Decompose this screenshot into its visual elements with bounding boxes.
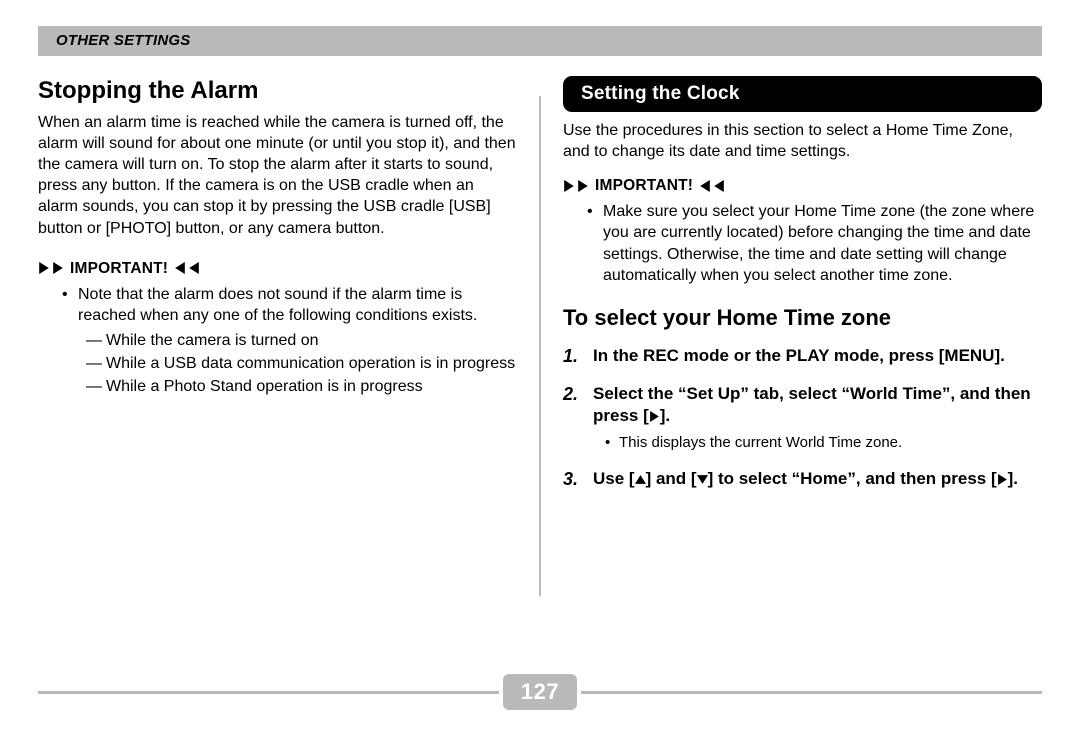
list-item: This displays the current World Time zon… <box>605 434 1042 453</box>
list-item: While a Photo Stand operation is in prog… <box>86 376 517 397</box>
note-intro: Note that the alarm does not sound if th… <box>78 286 477 324</box>
list-item: Make sure you select your Home Time zone… <box>603 201 1042 285</box>
rew-icon-group <box>699 180 725 192</box>
play-left-icon <box>188 262 200 274</box>
arrow-down-icon <box>697 474 708 485</box>
left-note-list: Note that the alarm does not sound if th… <box>38 284 517 398</box>
play-right-icon <box>52 262 64 274</box>
step-text: Select the “Set Up” tab, select “World T… <box>593 383 1042 427</box>
step-text-d: ]. <box>1008 469 1018 488</box>
step-text: In the REC mode or the PLAY mode, press … <box>593 345 1042 367</box>
play-right-icon <box>577 180 589 192</box>
step-sub-list: This displays the current World Time zon… <box>593 434 1042 453</box>
step-text-a: Use [ <box>593 469 635 488</box>
fwd-icon-group <box>563 180 589 192</box>
steps-list: In the REC mode or the PLAY mode, press … <box>563 345 1042 490</box>
play-left-icon <box>174 262 186 274</box>
important-row-left: IMPORTANT! <box>38 259 517 278</box>
list-item: Note that the alarm does not sound if th… <box>78 284 517 398</box>
important-label: IMPORTANT! <box>70 259 168 278</box>
list-item: While a USB data communication operation… <box>86 353 517 374</box>
conditions-list: While the camera is turned on While a US… <box>78 330 517 397</box>
step-item: Select the “Set Up” tab, select “World T… <box>563 383 1042 452</box>
important-row-right: IMPORTANT! <box>563 176 1042 195</box>
header-bar: OTHER SETTINGS <box>38 26 1042 56</box>
left-heading: Stopping the Alarm <box>38 76 517 106</box>
arrow-right-icon <box>997 474 1008 485</box>
step-text-b: ] and [ <box>646 469 697 488</box>
step-item: Use [ ] and [ ] to select “Home”, and then… <box>563 468 1042 490</box>
list-item: While the camera is turned on <box>86 330 517 351</box>
section-label: OTHER SETTINGS <box>56 32 190 51</box>
footer-rule-right <box>581 691 1042 694</box>
left-paragraph: When an alarm time is reached while the … <box>38 112 517 239</box>
step-text-c: ] to select “Home”, and then press [ <box>708 469 997 488</box>
step-text-b: ]. <box>660 406 670 425</box>
play-right-icon <box>38 262 50 274</box>
content-columns: Stopping the Alarm When an alarm time is… <box>38 76 1042 596</box>
left-column: Stopping the Alarm When an alarm time is… <box>38 76 517 596</box>
page-number: 127 <box>503 674 577 710</box>
right-intro: Use the procedures in this section to se… <box>563 120 1042 162</box>
right-column: Setting the Clock Use the procedures in … <box>563 76 1042 596</box>
footer-rule-left <box>38 691 499 694</box>
footer: 127 <box>38 674 1042 710</box>
sub-heading: To select your Home Time zone <box>563 304 1042 332</box>
rew-icon-group <box>174 262 200 274</box>
right-note-list: Make sure you select your Home Time zone… <box>563 201 1042 285</box>
play-right-icon <box>563 180 575 192</box>
column-divider <box>539 96 541 596</box>
step-text: Use [ ] and [ ] to select “Home”, and then… <box>593 468 1042 490</box>
pill-heading: Setting the Clock <box>563 76 1042 112</box>
arrow-right-icon <box>649 411 660 422</box>
arrow-up-icon <box>635 474 646 485</box>
fwd-icon-group <box>38 262 64 274</box>
play-left-icon <box>713 180 725 192</box>
play-left-icon <box>699 180 711 192</box>
important-label: IMPORTANT! <box>595 176 693 195</box>
step-item: In the REC mode or the PLAY mode, press … <box>563 345 1042 367</box>
